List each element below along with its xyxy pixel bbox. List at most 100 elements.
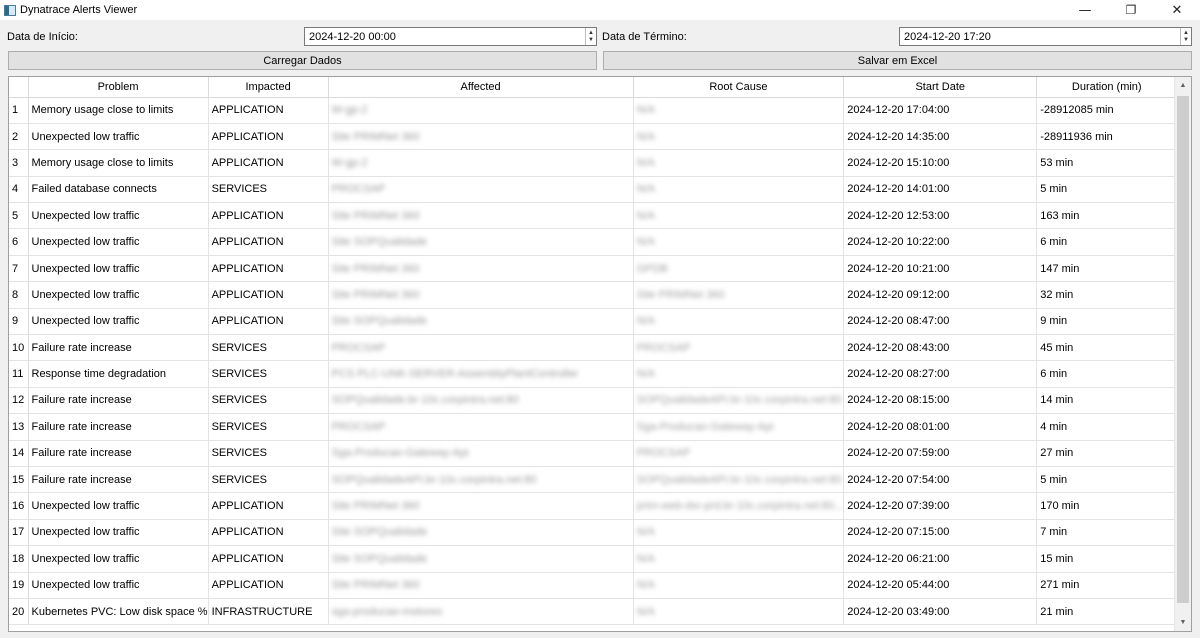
cell-start-date[interactable]: 2024-12-20 07:39:00 (843, 492, 1038, 520)
cell-duration[interactable]: 45 min (1036, 334, 1178, 362)
cell-affected[interactable]: SOPQualidadeAPI.br-10c.corpintra.net:80 (328, 466, 634, 494)
cell-affected[interactable]: Site PRIMNet 360 (328, 492, 634, 520)
cell-start-date[interactable]: 2024-12-20 15:10:00 (843, 149, 1038, 177)
cell-root-cause[interactable]: N/A (633, 572, 845, 599)
cell-start-date[interactable]: 2024-12-20 08:01:00 (843, 413, 1038, 441)
cell-problem[interactable]: Memory usage close to limits (28, 149, 209, 177)
cell-duration[interactable]: 6 min (1036, 228, 1178, 256)
load-data-button[interactable]: Carregar Dados (8, 51, 597, 70)
row-number[interactable]: 4 (9, 176, 29, 204)
table-row[interactable]: 18 Unexpected low traffic APPLICATION Site … (9, 545, 1178, 573)
table-row[interactable]: 6 Unexpected low traffic APPLICATION Site S… (9, 228, 1178, 256)
cell-impacted[interactable]: APPLICATION (208, 202, 329, 230)
row-number[interactable]: 10 (9, 334, 29, 362)
row-number[interactable]: 1 (9, 97, 29, 124)
cell-start-date[interactable]: 2024-12-20 14:35:00 (843, 123, 1038, 151)
cell-root-cause[interactable]: SOPQualidadeAPI.br-10c.corpintra.net:80 (633, 466, 845, 494)
cell-affected[interactable]: PROCSAP (328, 176, 634, 204)
cell-root-cause[interactable]: GPDB (633, 255, 845, 283)
cell-affected[interactable]: W-gp-2 (328, 97, 634, 124)
cell-affected[interactable]: Site PRIMNet 360 (328, 281, 634, 309)
cell-duration[interactable]: 5 min (1036, 176, 1178, 204)
cell-root-cause[interactable]: N/A (633, 228, 845, 256)
cell-duration[interactable]: 170 min (1036, 492, 1178, 520)
cell-start-date[interactable]: 2024-12-20 12:53:00 (843, 202, 1038, 230)
cell-impacted[interactable]: APPLICATION (208, 228, 329, 256)
cell-duration[interactable]: -28912085 min (1036, 97, 1178, 124)
table-row[interactable]: 19 Unexpected low traffic APPLICATION Site … (9, 572, 1178, 599)
table-row[interactable]: 7 Unexpected low traffic APPLICATION Site P… (9, 255, 1178, 283)
cell-affected[interactable]: PROCSAP (328, 413, 634, 441)
cell-impacted[interactable]: INFRASTRUCTURE (208, 598, 329, 626)
cell-root-cause[interactable]: PROCSAP (633, 334, 845, 362)
alerts-table[interactable]: Problem Impacted Affected Root Cause Sta… (8, 76, 1192, 632)
cell-root-cause[interactable]: Sga-Producao-Gateway-Api (633, 413, 845, 441)
cell-impacted[interactable]: APPLICATION (208, 149, 329, 177)
scroll-down-icon[interactable]: ▼ (1175, 614, 1191, 631)
row-number[interactable]: 7 (9, 255, 29, 283)
cell-problem[interactable]: Unexpected low traffic (28, 492, 209, 520)
table-row[interactable]: 13 Failure rate increase SERVICES PROCSAP Sg… (9, 413, 1178, 441)
cell-problem[interactable]: Unexpected low traffic (28, 572, 209, 599)
cell-problem[interactable]: Unexpected low traffic (28, 281, 209, 309)
cell-start-date[interactable]: 2024-12-20 08:15:00 (843, 387, 1038, 415)
row-number[interactable]: 8 (9, 281, 29, 309)
table-row[interactable]: 12 Failure rate increase SERVICES SOPQualid… (9, 387, 1178, 415)
row-number[interactable]: 13 (9, 413, 29, 441)
cell-impacted[interactable]: APPLICATION (208, 97, 329, 124)
cell-affected[interactable]: SOPQualidade.br-10c.corpintra.net:80 (328, 387, 634, 415)
cell-duration[interactable]: 15 min (1036, 545, 1178, 573)
cell-problem[interactable]: Unexpected low traffic (28, 255, 209, 283)
row-number[interactable]: 18 (9, 545, 29, 573)
cell-start-date[interactable]: 2024-12-20 05:44:00 (843, 572, 1038, 599)
row-number[interactable]: 20 (9, 598, 29, 626)
cell-problem[interactable]: Failure rate increase (28, 413, 209, 441)
header-affected[interactable]: Affected (328, 77, 634, 98)
table-row[interactable]: 3 Memory usage close to limits APPLICATION… (9, 149, 1178, 177)
end-date-spinner[interactable]: ▲ ▼ (1180, 28, 1191, 45)
cell-impacted[interactable]: APPLICATION (208, 492, 329, 520)
cell-duration[interactable]: 53 min (1036, 149, 1178, 177)
corner-cell[interactable] (9, 77, 29, 98)
restore-button[interactable]: ❐ (1108, 0, 1154, 20)
cell-duration[interactable]: 271 min (1036, 572, 1178, 599)
cell-affected[interactable]: Site PRIMNet 360 (328, 123, 634, 151)
cell-affected[interactable]: Site PRIMNet 360 (328, 202, 634, 230)
cell-duration[interactable]: 4 min (1036, 413, 1178, 441)
cell-impacted[interactable]: APPLICATION (208, 308, 329, 336)
row-number[interactable]: 9 (9, 308, 29, 336)
cell-root-cause[interactable]: SOPQualidadeAPI.br-10c.corpintra.net:80 (633, 387, 845, 415)
cell-root-cause[interactable]: N/A (633, 360, 845, 388)
cell-root-cause[interactable]: N/A (633, 545, 845, 573)
cell-affected[interactable]: PCS PLC-UNK-SERVER-AssemblyPlantControll… (328, 360, 634, 388)
cell-problem[interactable]: Response time degradation (28, 360, 209, 388)
header-duration[interactable]: Duration (min) (1036, 77, 1178, 98)
cell-affected[interactable]: Site SOPQualidade (328, 228, 634, 256)
cell-start-date[interactable]: 2024-12-20 08:27:00 (843, 360, 1038, 388)
cell-duration[interactable]: 21 min (1036, 598, 1178, 626)
cell-problem[interactable]: Failed database connects (28, 176, 209, 204)
cell-affected[interactable]: Site SOPQualidade (328, 545, 634, 573)
cell-root-cause[interactable]: PROCSAP (633, 440, 845, 467)
row-number[interactable]: 17 (9, 519, 29, 547)
cell-root-cause[interactable]: N/A (633, 176, 845, 204)
cell-root-cause[interactable]: N/A (633, 202, 845, 230)
cell-duration[interactable]: 6 min (1036, 360, 1178, 388)
start-date-field[interactable]: 2024-12-20 00:00 ▲ ▼ (304, 27, 597, 46)
cell-impacted[interactable]: SERVICES (208, 176, 329, 204)
table-row[interactable]: 16 Unexpected low traffic APPLICATION Site … (9, 492, 1178, 520)
cell-affected[interactable]: W-gp-2 (328, 149, 634, 177)
minimize-button[interactable]: — (1062, 0, 1108, 20)
cell-impacted[interactable]: APPLICATION (208, 572, 329, 599)
save-excel-button[interactable]: Salvar em Excel (603, 51, 1192, 70)
table-row[interactable]: 11 Response time degradation SERVICES PCS P… (9, 360, 1178, 388)
cell-problem[interactable]: Memory usage close to limits (28, 97, 209, 124)
row-number[interactable]: 5 (9, 202, 29, 230)
start-date-spinner[interactable]: ▲ ▼ (585, 28, 596, 45)
cell-problem[interactable]: Unexpected low traffic (28, 123, 209, 151)
table-row[interactable]: 10 Failure rate increase SERVICES PROCSAP PR… (9, 334, 1178, 362)
header-start-date[interactable]: Start Date (843, 77, 1038, 98)
row-number[interactable]: 3 (9, 149, 29, 177)
cell-problem[interactable]: Unexpected low traffic (28, 228, 209, 256)
cell-affected[interactable]: Site SOPQualidade (328, 308, 634, 336)
